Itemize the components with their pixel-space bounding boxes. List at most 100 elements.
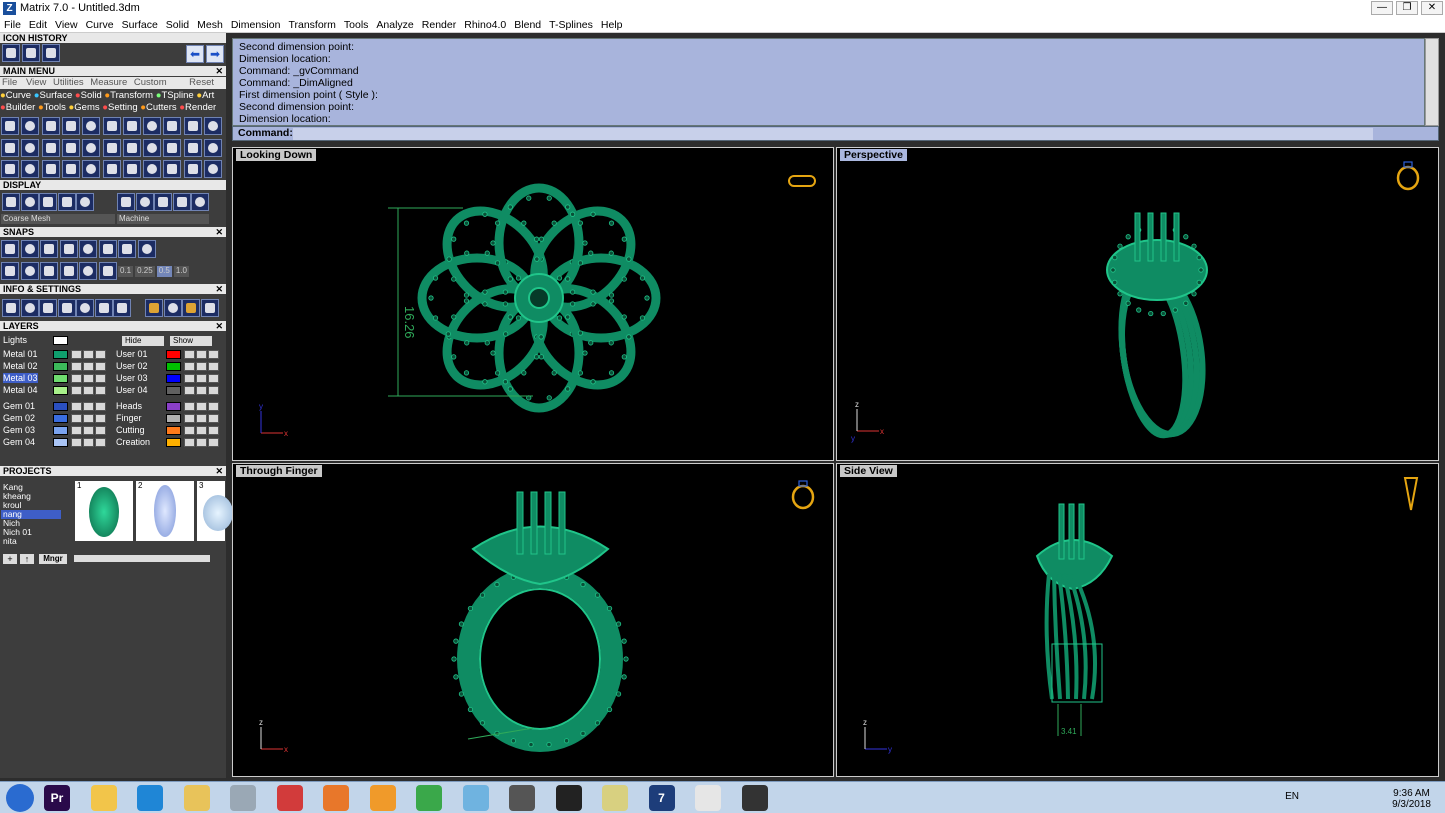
layer-color-swatch[interactable] bbox=[53, 426, 68, 435]
display-material-1-icon[interactable] bbox=[117, 193, 135, 211]
mm-tab-view[interactable]: View bbox=[26, 77, 46, 88]
layer-select-icon[interactable] bbox=[208, 426, 219, 435]
tool-row2-6-icon[interactable] bbox=[102, 139, 121, 157]
layer-color-swatch[interactable] bbox=[53, 386, 68, 395]
layer-row[interactable]: User 02 bbox=[116, 361, 220, 372]
layer-color-swatch[interactable] bbox=[166, 374, 181, 383]
tool-row1-9-icon[interactable] bbox=[163, 117, 182, 135]
display-shade-4-icon[interactable] bbox=[57, 193, 76, 211]
layer-lock-icon[interactable] bbox=[184, 386, 195, 395]
tool-row3-5-icon[interactable] bbox=[82, 160, 101, 178]
layer-visible-icon[interactable] bbox=[83, 438, 94, 447]
display-shade-1-icon[interactable] bbox=[2, 193, 20, 211]
layer-visible-icon[interactable] bbox=[83, 426, 94, 435]
mm-tab-file[interactable]: File bbox=[2, 77, 17, 88]
layer-lock-icon[interactable] bbox=[71, 426, 82, 435]
viewport-label[interactable]: Looking Down bbox=[236, 149, 317, 161]
layer-lock-icon[interactable] bbox=[71, 402, 82, 411]
taskbar-app-icon[interactable] bbox=[741, 785, 768, 811]
mm-tab-utilities[interactable]: Utilities bbox=[53, 77, 84, 88]
viewport-side-view[interactable]: 3.41 y z Side View bbox=[836, 463, 1439, 777]
viewport-label[interactable]: Through Finger bbox=[236, 465, 322, 477]
maximize-button[interactable]: ❐ bbox=[1396, 1, 1418, 15]
taskbar-start-icon[interactable] bbox=[6, 784, 34, 812]
taskbar-sticky-icon[interactable] bbox=[602, 785, 628, 811]
layer-lock-icon[interactable] bbox=[71, 374, 82, 383]
tool-row3-8-icon[interactable] bbox=[143, 160, 162, 178]
layer-row[interactable]: Metal 04 bbox=[3, 385, 107, 396]
tool-row3-4-icon[interactable] bbox=[61, 160, 80, 178]
mm-gems[interactable]: Gems bbox=[74, 102, 99, 113]
mm-transform[interactable]: Transform bbox=[110, 90, 153, 101]
layer-row[interactable]: Gem 04 bbox=[3, 437, 107, 448]
taskbar-snipping-icon[interactable] bbox=[276, 785, 303, 811]
menu-solid[interactable]: Solid bbox=[162, 17, 193, 32]
layer-row[interactable]: Creation bbox=[116, 437, 220, 448]
info-tool-3-icon[interactable] bbox=[39, 299, 57, 317]
close-button[interactable]: ✕ bbox=[1421, 1, 1443, 15]
tool-row3-2-icon[interactable] bbox=[21, 160, 40, 178]
mm-tab-measure[interactable]: Measure bbox=[90, 77, 127, 88]
display-shade-3-icon[interactable] bbox=[39, 193, 57, 211]
taskbar-tool-icon[interactable] bbox=[509, 785, 535, 811]
mm-solid[interactable]: Solid bbox=[81, 90, 102, 101]
layer-color-swatch[interactable] bbox=[53, 438, 68, 447]
layer-select-icon[interactable] bbox=[208, 350, 219, 359]
menu-help[interactable]: Help bbox=[597, 17, 627, 32]
layer-color-swatch[interactable] bbox=[166, 438, 181, 447]
tool-row1-7-icon[interactable] bbox=[122, 117, 141, 135]
layer-lock-icon[interactable] bbox=[184, 402, 195, 411]
layer-color-swatch[interactable] bbox=[166, 362, 181, 371]
layer-lock-icon[interactable] bbox=[184, 426, 195, 435]
snap-tool-3-icon[interactable] bbox=[40, 262, 58, 280]
projects-scrollbar[interactable] bbox=[74, 555, 210, 562]
layer-select-icon[interactable] bbox=[95, 402, 106, 411]
layer-lock-icon[interactable] bbox=[184, 374, 195, 383]
info-tool-5-icon[interactable] bbox=[76, 299, 94, 317]
layer-color-swatch[interactable] bbox=[53, 402, 68, 411]
snap-mode-7-icon[interactable] bbox=[118, 240, 136, 258]
layer-visible-icon[interactable] bbox=[196, 362, 207, 371]
layer-visible-icon[interactable] bbox=[196, 438, 207, 447]
tool-row3-6-icon[interactable] bbox=[102, 160, 121, 178]
settings-tool-4-icon[interactable] bbox=[200, 299, 219, 317]
layer-select-icon[interactable] bbox=[95, 374, 106, 383]
layer-row[interactable]: Metal 02 bbox=[3, 361, 107, 372]
layer-select-icon[interactable] bbox=[208, 414, 219, 423]
taskbar-folder-icon[interactable] bbox=[183, 785, 210, 811]
manager-button[interactable]: Mngr bbox=[39, 554, 67, 564]
tool-row1-8-icon[interactable] bbox=[143, 117, 162, 135]
layer-lock-icon[interactable] bbox=[71, 350, 82, 359]
menu-surface[interactable]: Surface bbox=[118, 17, 162, 32]
mm-builder[interactable]: Builder bbox=[6, 102, 36, 113]
history-scale-icon[interactable] bbox=[42, 44, 60, 62]
layer-visible-icon[interactable] bbox=[196, 402, 207, 411]
command-input[interactable] bbox=[293, 128, 1373, 140]
history-grid-icon[interactable] bbox=[2, 44, 20, 62]
snap-value-01[interactable]: 0.1 bbox=[118, 266, 134, 277]
menu-curve[interactable]: Curve bbox=[82, 17, 118, 32]
layer-row[interactable]: Gem 03 bbox=[3, 425, 107, 436]
menu-transform[interactable]: Transform bbox=[284, 17, 339, 32]
settings-tool-2-icon[interactable] bbox=[163, 299, 182, 317]
history-forward-icon[interactable]: ➡ bbox=[206, 45, 224, 63]
tool-row2-7-icon[interactable] bbox=[122, 139, 141, 157]
snap-mode-2-icon[interactable] bbox=[20, 240, 39, 258]
layer-row[interactable]: Finger bbox=[116, 413, 220, 424]
layer-lock-icon[interactable] bbox=[71, 386, 82, 395]
viewport-through-finger[interactable]: xz Through Finger bbox=[232, 463, 834, 777]
layer-row[interactable]: Metal 01 bbox=[3, 349, 107, 360]
display-material-3-icon[interactable] bbox=[154, 193, 172, 211]
show-button[interactable]: Show bbox=[170, 336, 212, 346]
tool-row2-9-icon[interactable] bbox=[163, 139, 182, 157]
tool-row1-5-icon[interactable] bbox=[82, 117, 101, 135]
layer-color-swatch[interactable] bbox=[53, 374, 68, 383]
mm-tools[interactable]: Tools bbox=[44, 102, 66, 113]
tool-row3-10-icon[interactable] bbox=[183, 160, 202, 178]
taskbar-matrix-icon[interactable]: 7 bbox=[648, 785, 675, 811]
hide-button[interactable]: Hide bbox=[122, 336, 164, 346]
material-select[interactable]: Machine bbox=[117, 214, 209, 224]
add-project-icon[interactable]: + bbox=[3, 554, 17, 564]
tool-row2-2-icon[interactable] bbox=[21, 139, 40, 157]
layer-color-swatch[interactable] bbox=[166, 386, 181, 395]
